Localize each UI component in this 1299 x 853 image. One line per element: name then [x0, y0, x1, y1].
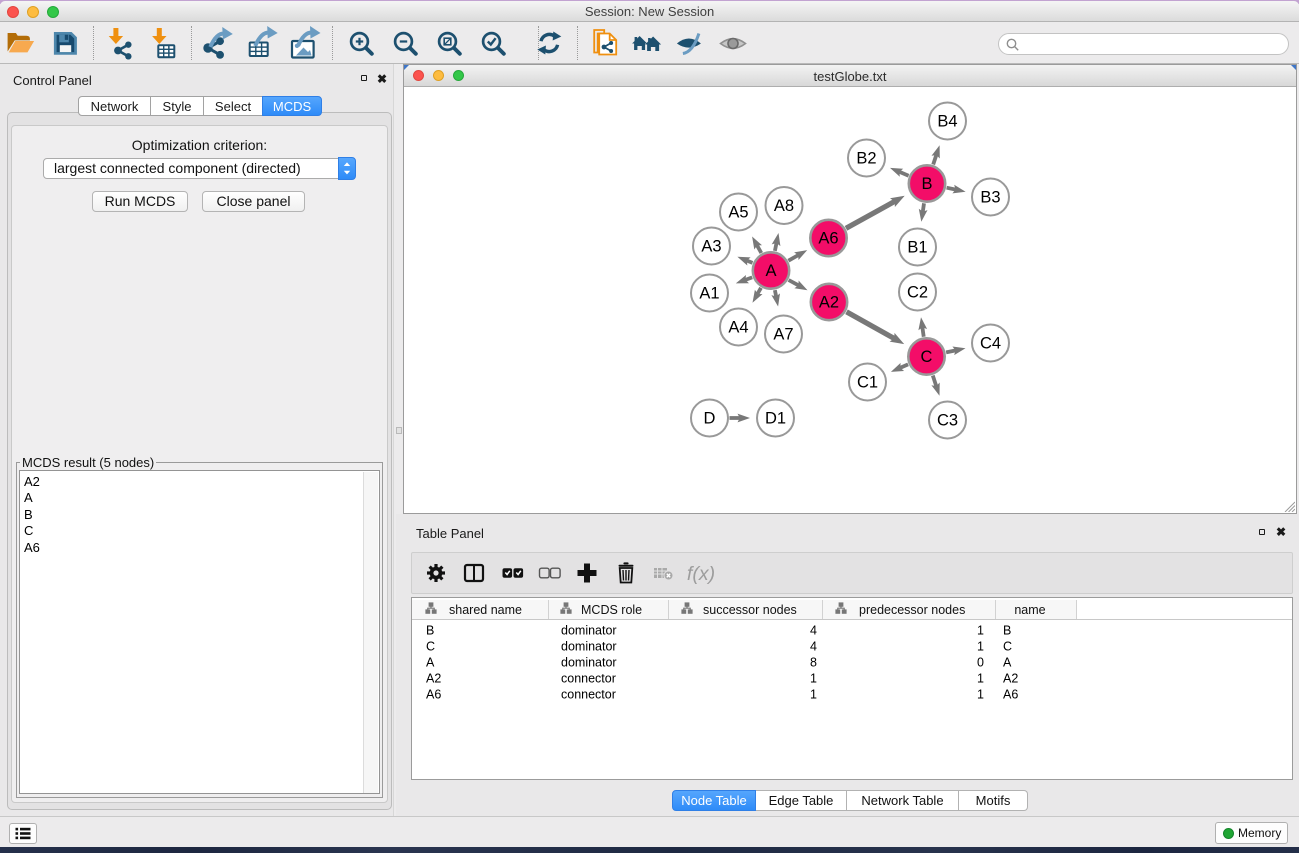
svg-text:dominator: dominator — [561, 624, 617, 638]
svg-text:A6: A6 — [426, 688, 441, 702]
svg-text:C: C — [921, 348, 933, 366]
svg-text:A5: A5 — [728, 204, 748, 222]
svg-text:A: A — [426, 656, 435, 670]
svg-text:1: 1 — [977, 672, 984, 686]
svg-text:1: 1 — [977, 624, 984, 638]
svg-text:1: 1 — [810, 688, 817, 702]
svg-text:4: 4 — [810, 640, 817, 654]
svg-text:B2: B2 — [856, 150, 876, 168]
svg-text:C2: C2 — [907, 284, 928, 302]
svg-text:name: name — [1014, 603, 1045, 617]
svg-text:f(x): f(x) — [687, 563, 715, 585]
svg-text:1: 1 — [977, 688, 984, 702]
svg-text:A7: A7 — [773, 326, 793, 344]
svg-text:A4: A4 — [728, 319, 748, 337]
svg-text:4: 4 — [810, 624, 817, 638]
svg-text:predecessor nodes: predecessor nodes — [859, 603, 965, 617]
svg-text:B: B — [1003, 624, 1011, 638]
svg-text:B3: B3 — [980, 189, 1000, 207]
svg-text:B: B — [426, 624, 434, 638]
svg-text:A: A — [765, 262, 776, 280]
svg-text:B4: B4 — [937, 113, 957, 131]
svg-text:A: A — [1003, 656, 1012, 670]
svg-text:B: B — [921, 175, 932, 193]
svg-text:A2: A2 — [1003, 672, 1018, 686]
svg-text:connector: connector — [561, 672, 616, 686]
svg-text:C: C — [1003, 640, 1012, 654]
svg-text:shared name: shared name — [449, 603, 522, 617]
svg-text:1: 1 — [977, 640, 984, 654]
svg-text:C4: C4 — [980, 335, 1001, 353]
svg-text:C: C — [426, 640, 435, 654]
svg-text:A3: A3 — [701, 238, 721, 256]
svg-text:1: 1 — [810, 672, 817, 686]
svg-text:MCDS role: MCDS role — [581, 603, 642, 617]
svg-text:D: D — [704, 410, 716, 428]
svg-text:dominator: dominator — [561, 640, 617, 654]
svg-text:A2: A2 — [819, 294, 839, 312]
svg-text:C1: C1 — [857, 374, 878, 392]
svg-text:D1: D1 — [765, 410, 786, 428]
svg-text:successor nodes: successor nodes — [703, 603, 797, 617]
svg-text:A1: A1 — [699, 285, 719, 303]
svg-text:connector: connector — [561, 688, 616, 702]
svg-text:A6: A6 — [1003, 688, 1018, 702]
svg-text:A6: A6 — [818, 230, 838, 248]
svg-text:B1: B1 — [907, 239, 927, 257]
svg-text:C3: C3 — [937, 412, 958, 430]
svg-text:A2: A2 — [426, 672, 441, 686]
svg-text:0: 0 — [977, 656, 984, 670]
svg-text:dominator: dominator — [561, 656, 617, 670]
svg-text:A8: A8 — [774, 197, 794, 215]
svg-text:8: 8 — [810, 656, 817, 670]
